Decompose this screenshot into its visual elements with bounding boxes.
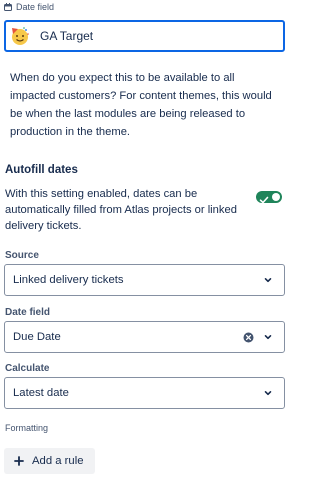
autofill-toggle[interactable]	[256, 191, 282, 204]
clear-icon[interactable]	[242, 331, 254, 343]
calculate-select[interactable]: Latest date	[4, 377, 285, 409]
autofill-title: Autofill dates	[5, 164, 78, 176]
date-field-type-label: Date field	[4, 1, 54, 13]
source-label: Source	[5, 250, 39, 261]
calendar-icon	[4, 3, 12, 11]
add-rule-label: Add a rule	[32, 455, 84, 467]
date-field-label: Date field	[5, 307, 51, 318]
chevron-down-icon	[260, 329, 276, 345]
party-face-emoji-icon[interactable]	[10, 26, 30, 46]
check-icon	[259, 192, 269, 204]
plus-icon	[14, 456, 24, 466]
calculate-value: Latest date	[13, 387, 69, 399]
calculate-label: Calculate	[5, 363, 50, 374]
source-value: Linked delivery tickets	[13, 274, 124, 286]
field-name-value: GA Target	[40, 29, 94, 43]
field-description: When do you expect this to be available …	[10, 72, 272, 138]
chevron-down-icon	[260, 385, 276, 401]
date-field-value: Due Date	[13, 331, 61, 343]
add-rule-button[interactable]: Add a rule	[4, 448, 95, 474]
date-field-select[interactable]: Due Date	[4, 321, 285, 353]
toggle-knob	[272, 193, 280, 201]
field-name-input[interactable]: GA Target	[4, 20, 285, 52]
date-field-type-text: Date field	[16, 2, 55, 12]
source-select[interactable]: Linked delivery tickets	[4, 264, 285, 296]
formatting-label: Formatting	[5, 423, 49, 433]
autofill-description: With this setting enabled, dates can be …	[5, 188, 237, 232]
chevron-down-icon	[260, 272, 276, 288]
